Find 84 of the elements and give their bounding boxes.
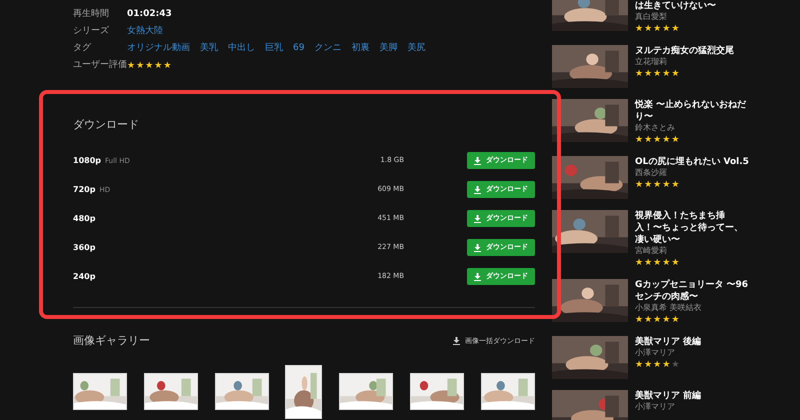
- author-name: 小泉真希 美咲結衣: [635, 303, 703, 313]
- star-icon: ★: [644, 24, 652, 34]
- star-icon: ★: [662, 360, 670, 370]
- star-icon: ★: [662, 180, 670, 190]
- tag-link[interactable]: オリジナル動画: [127, 42, 190, 56]
- tag-link[interactable]: 美尻: [407, 42, 426, 56]
- field-label: タグ: [73, 42, 92, 55]
- star-icon: ★: [662, 69, 670, 79]
- tag-link[interactable]: 女熱大陸: [127, 24, 163, 38]
- star-icon: ★: [644, 360, 652, 370]
- author-name: 真白愛梨: [635, 12, 668, 22]
- resolution-label: 240p: [73, 270, 96, 282]
- download-icon: [474, 272, 481, 280]
- resolution-label: 720p: [73, 184, 96, 196]
- star-icon: ★: [653, 69, 662, 79]
- video-title[interactable]: 美獣マリア 前編: [635, 390, 749, 402]
- resolution-label: 360p: [73, 242, 96, 254]
- resolution-label: 1080p: [73, 154, 101, 166]
- star-icon: ★: [635, 24, 644, 34]
- star-icon: ★: [653, 24, 662, 34]
- star-icon: ★: [635, 258, 644, 268]
- video-title[interactable]: 悦楽 〜止められないおねだり〜: [635, 99, 749, 123]
- star-icon: ★: [635, 180, 644, 190]
- star-icon: ★: [671, 315, 680, 325]
- tag-link[interactable]: 巨乳: [265, 42, 283, 56]
- author-name: 西条沙羅: [635, 168, 668, 178]
- video-title[interactable]: 視界侵入！たちまち挿入！〜ちょっと待ってー、凄い硬い〜: [635, 210, 749, 246]
- star-icon: ★: [644, 258, 652, 268]
- star-icon: ★: [662, 258, 670, 268]
- star-icon: ★: [671, 180, 680, 190]
- tag-link[interactable]: 美乳: [200, 42, 218, 56]
- star-icon: ★: [671, 69, 680, 79]
- tag-link[interactable]: 美脚: [379, 42, 398, 56]
- star-icon: ★: [671, 360, 680, 370]
- tag-link[interactable]: 69: [293, 42, 304, 56]
- author-name: 小澤マリア: [635, 348, 676, 358]
- star-icon: ★: [653, 360, 662, 370]
- star-icon: ★: [145, 60, 154, 70]
- tag-link[interactable]: クンニ: [314, 42, 342, 56]
- field-value: 01:02:43: [127, 8, 172, 21]
- author-name: 小澤マリア: [635, 402, 676, 412]
- tag-link[interactable]: 中出し: [228, 42, 255, 56]
- star-icon: ★: [662, 135, 670, 145]
- field-label: 再生時間: [73, 8, 110, 21]
- video-title[interactable]: 美獣マリア 後編: [635, 336, 749, 348]
- field-label: シリーズ: [73, 24, 110, 38]
- star-icon: ★: [653, 258, 662, 268]
- star-icon: ★: [671, 258, 680, 268]
- video-title[interactable]: OLの尻に埋もれたい Vol.5: [635, 156, 749, 168]
- download-icon: [474, 186, 481, 194]
- star-icon: ★: [635, 360, 644, 370]
- star-icon: ★: [635, 315, 644, 325]
- star-icon: ★: [653, 180, 662, 190]
- resolution-label: 480p: [73, 212, 96, 224]
- star-icon: ★: [671, 135, 680, 145]
- video-title[interactable]: Gカップセニョリータ 〜96センチの肉感〜: [635, 279, 749, 303]
- star-icon: ★: [644, 135, 652, 145]
- video-title[interactable]: ヌルテカ痴女の猛烈交尾: [635, 45, 749, 57]
- star-icon: ★: [644, 180, 652, 190]
- field-label: ユーザー評価: [73, 58, 127, 72]
- download-icon: [474, 156, 481, 164]
- star-icon: ★: [154, 60, 162, 70]
- star-icon: ★: [662, 24, 670, 34]
- star-icon: ★: [163, 60, 172, 70]
- star-icon: ★: [653, 315, 662, 325]
- author-name: 鈴木さとみ: [635, 123, 676, 133]
- star-icon: ★: [127, 60, 136, 70]
- section-title: ダウンロード: [73, 117, 140, 133]
- star-icon: ★: [136, 60, 144, 70]
- star-icon: ★: [662, 315, 670, 325]
- section-title: 画像ギャラリー: [73, 332, 150, 349]
- star-icon: ★: [635, 135, 644, 145]
- download-icon: [453, 337, 460, 345]
- star-icon: ★: [644, 315, 652, 325]
- author-name: 宮崎愛莉: [635, 246, 668, 256]
- author-name: 立花瑠莉: [635, 57, 668, 67]
- star-icon: ★: [653, 135, 662, 145]
- download-icon: [474, 244, 481, 252]
- video-title[interactable]: は生きていけない〜: [635, 0, 749, 12]
- star-icon: ★: [635, 69, 644, 79]
- star-icon: ★: [644, 69, 652, 79]
- download-icon: [474, 214, 481, 222]
- tag-link[interactable]: 初裏: [351, 42, 370, 56]
- star-icon: ★: [671, 24, 680, 34]
